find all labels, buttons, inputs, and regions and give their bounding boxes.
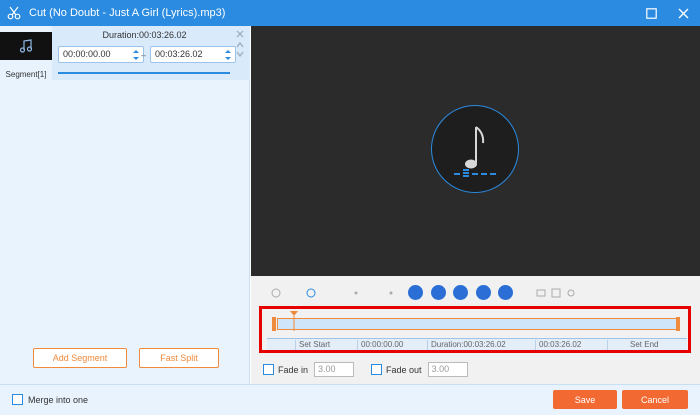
end-time-input[interactable]: 00:03:26.02	[150, 46, 236, 63]
merge-checkbox[interactable]	[12, 394, 23, 405]
snapshot-icon[interactable]	[536, 288, 546, 298]
fade-in-input[interactable]: 3.00	[314, 362, 355, 377]
segment-duration: Duration:00:03:26.02	[102, 30, 187, 40]
fast-split-button[interactable]: Fast Split	[139, 348, 219, 368]
play-button[interactable]	[453, 285, 468, 300]
end-time-readout[interactable]: 00:03:26.02	[535, 340, 581, 350]
close-icon	[678, 8, 688, 18]
speed-icon[interactable]	[351, 288, 361, 298]
end-time-spinner-icon[interactable]	[224, 48, 232, 62]
playhead-marker-icon[interactable]	[290, 311, 298, 331]
start-time-value: 00:00:00.00	[63, 49, 111, 59]
segment-range-bar	[58, 72, 230, 74]
save-button[interactable]: Save	[553, 390, 617, 409]
merge-option: Merge into one	[12, 394, 88, 405]
fade-in-value: 3.00	[318, 364, 336, 374]
previous-frame-button[interactable]	[408, 285, 423, 300]
timeline-end-handle[interactable]	[676, 317, 680, 331]
title-bar: Cut (No Doubt - Just A Girl (Lyrics).mp3…	[0, 0, 700, 26]
preview-area	[251, 26, 700, 276]
fade-out-input[interactable]: 3.00	[427, 362, 468, 377]
window-title: Cut (No Doubt - Just A Girl (Lyrics).mp3…	[29, 7, 226, 19]
audio-placeholder	[431, 105, 519, 193]
rewind-button[interactable]	[431, 285, 446, 300]
forward-button[interactable]	[476, 285, 491, 300]
timeline-track[interactable]	[277, 318, 677, 330]
fade-in-label: Fade in	[278, 364, 309, 375]
loop-icon[interactable]	[306, 288, 316, 298]
set-start-button[interactable]: Set Start	[295, 340, 330, 350]
music-note-icon	[19, 39, 33, 53]
scissors-icon	[7, 6, 21, 20]
duration-readout: Duration:00:03:26.02	[427, 340, 506, 350]
timeline-highlight: Set Start 00:00:00.00 Duration:00:03:26.…	[259, 306, 691, 353]
start-time-spinner-icon[interactable]	[132, 48, 140, 62]
merge-label: Merge into one	[28, 394, 89, 405]
next-frame-button[interactable]	[498, 285, 513, 300]
marker-icon[interactable]	[386, 288, 396, 298]
move-down-icon[interactable]	[235, 49, 245, 59]
fade-in-checkbox[interactable]	[263, 364, 274, 375]
timeline-start-handle[interactable]	[272, 317, 276, 331]
end-time-value: 00:03:26.02	[155, 49, 203, 59]
segment-panel: Segment[1] Duration:00:03:26.02 00:00:00…	[0, 26, 250, 384]
fade-out-label: Fade out	[386, 364, 422, 375]
timeline-info-bar: Set Start 00:00:00.00 Duration:00:03:26.…	[267, 338, 687, 350]
settings-icon[interactable]	[566, 288, 576, 298]
music-note-icon	[454, 126, 496, 177]
segment-thumbnail	[0, 32, 52, 60]
start-time-input[interactable]: 00:00:00.00	[58, 46, 144, 63]
segment-tab-label: Segment[1]	[5, 70, 47, 79]
cancel-button[interactable]: Cancel	[622, 390, 688, 409]
segment-tab[interactable]: Segment[1]	[0, 26, 52, 81]
time-separator: –	[141, 50, 147, 60]
fade-controls: Fade in 3.00 Fade out 3.00	[263, 362, 468, 377]
fade-out-checkbox[interactable]	[371, 364, 383, 375]
volume-icon[interactable]	[271, 288, 281, 298]
segment-detail: Duration:00:03:26.02 00:00:00.00 – 00:03…	[52, 26, 250, 80]
remove-segment-icon[interactable]	[235, 29, 245, 39]
set-end-button[interactable]: Set End	[607, 340, 658, 350]
maximize-icon	[645, 7, 657, 19]
close-button[interactable]	[674, 4, 692, 22]
playback-controls: Set Start 00:00:00.00 Duration:00:03:26.…	[251, 276, 700, 384]
bottom-bar: Merge into one Save Cancel	[0, 384, 700, 415]
add-segment-button[interactable]: Add Segment	[33, 348, 127, 368]
expand-icon[interactable]	[551, 288, 561, 298]
maximize-button[interactable]	[642, 4, 660, 22]
fade-out-value: 3.00	[431, 364, 450, 374]
start-time-readout[interactable]: 00:00:00.00	[357, 340, 403, 350]
